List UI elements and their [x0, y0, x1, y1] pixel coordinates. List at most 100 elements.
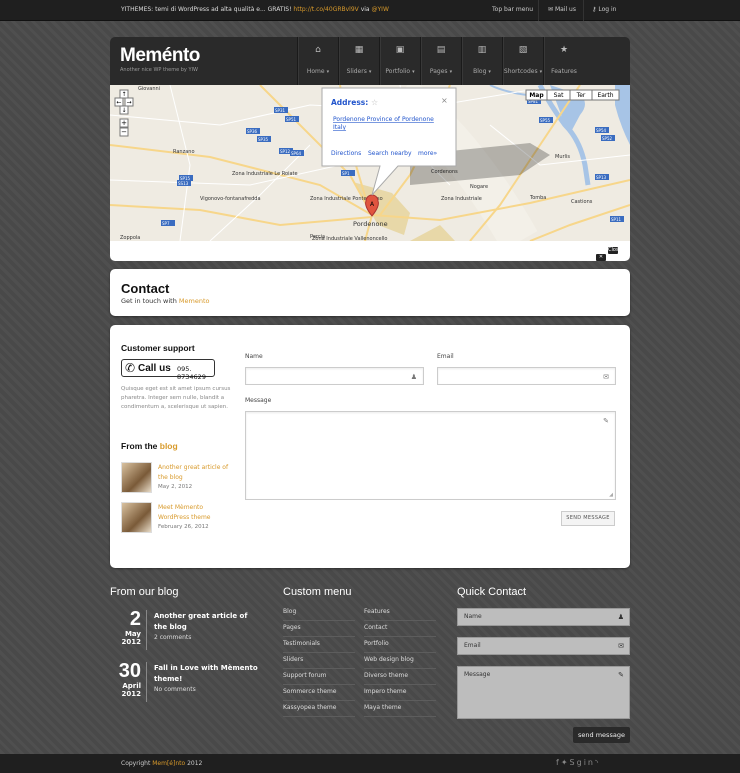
chevron-down-icon: ▾ [368, 69, 372, 75]
close-map-icon: ✕ [596, 254, 606, 261]
footer-name-input[interactable]: Name ♟ [457, 608, 630, 626]
footer-menu-link[interactable]: Diverso theme [364, 669, 436, 685]
footer-menu-link[interactable]: Testimonials [283, 637, 355, 653]
login-link[interactable]: ⚷ Log in [592, 6, 616, 13]
footer-menu-link[interactable]: Contact [364, 621, 436, 637]
footer-menu-link[interactable]: Kassyopea theme [283, 701, 355, 717]
post-thumbnail[interactable] [121, 502, 152, 533]
post-date: May 2, 2012 [158, 484, 193, 490]
close-map-button[interactable]: ✕Close Map [596, 247, 622, 261]
map-type-ter-button[interactable]: Ter [569, 89, 593, 101]
user-icon: ♟ [617, 613, 624, 621]
footer-send-button[interactable]: send message [573, 727, 630, 743]
message-textarea[interactable]: ✎ ◢ [245, 411, 616, 500]
info-address-link[interactable]: Pordenone Province of Pordenone [333, 116, 434, 123]
copyright-text: Copyright Mem[é]nto 2012 [121, 760, 203, 767]
post-title-link[interactable]: Meet Mèmento WordPress theme [158, 503, 230, 523]
footer-message-textarea[interactable]: Message ✎ [457, 666, 630, 719]
main-nav: ⌂ Home ▾ ▦ Sliders ▾ ▣ Portfolio ▾ ▤ Pages ▾ ▥ Blog ▾ ▧… [297, 37, 584, 85]
footer-menu-link[interactable]: Sommerce theme [283, 685, 355, 701]
nav-item-sliders[interactable]: ▦ Sliders ▾ [338, 37, 379, 85]
resize-handle-icon[interactable]: ◢ [609, 492, 613, 498]
post-title-link[interactable]: Fall in Love with Mèmento theme! [154, 663, 259, 685]
top-bar-menu-link[interactable]: Top bar menu [492, 6, 533, 13]
footer-email-placeholder: Email [464, 642, 481, 649]
map-type-sat-button[interactable]: Sat [546, 89, 571, 101]
email-input[interactable]: ✉ [437, 367, 616, 385]
info-country-link[interactable]: Italy [333, 124, 346, 131]
nav-item-shortcodes[interactable]: ▧ Shortcodes ▾ [502, 37, 543, 85]
map-type-control[interactable]: Map Sat Ter Earth [525, 89, 620, 101]
footer-menu-link[interactable]: Support forum [283, 669, 355, 685]
top-bar: YITHEMES: temi di WordPress ad alta qual… [0, 0, 740, 21]
send-message-button[interactable]: SEND MESSAGE [561, 511, 615, 526]
nav-item-portfolio[interactable]: ▣ Portfolio ▾ [379, 37, 420, 85]
linkedin-icon[interactable]: in [584, 758, 595, 767]
post-comments[interactable]: 2 comments [154, 634, 191, 641]
mail-us-link[interactable]: ✉ Mail us [548, 6, 576, 13]
nav-item-pages[interactable]: ▤ Pages ▾ [420, 37, 461, 85]
skype-icon[interactable]: S [570, 758, 577, 767]
footer-menu-link[interactable]: Sliders [283, 653, 355, 669]
code-icon: ▧ [518, 45, 528, 55]
footer-menu-link[interactable]: Maya theme [364, 701, 436, 717]
place-label: Ranzano [173, 149, 195, 155]
nav-item-home[interactable]: ⌂ Home ▾ [297, 37, 338, 85]
road-label: SP52 [602, 136, 612, 141]
nav-item-features[interactable]: ★ Features [543, 37, 584, 85]
rss-icon[interactable]: ◝ [595, 758, 600, 767]
nav-item-blog[interactable]: ▥ Blog ▾ [461, 37, 502, 85]
map-type-earth-button[interactable]: Earth [591, 89, 620, 101]
directions-link[interactable]: Directions [331, 150, 361, 157]
footer-menu-link[interactable]: Portfolio [364, 637, 436, 653]
place-label: Giovanni [138, 86, 160, 92]
footer-quick-contact-title: Quick Contact [457, 586, 527, 598]
post-thumbnail[interactable] [121, 462, 152, 493]
page-title-box: Contact Get in touch with Memento [110, 269, 630, 316]
footer-menu-link[interactable]: Blog [283, 605, 355, 621]
close-icon[interactable]: × [441, 96, 448, 105]
subtitle-link[interactable]: Memento [179, 297, 210, 305]
star-icon[interactable]: ☆ [371, 98, 378, 107]
envelope-icon: ✉ [618, 642, 624, 650]
place-label: Nogare [470, 184, 488, 190]
blog-icon: ▥ [477, 45, 487, 55]
copyright-brand-link[interactable]: Mem[é]nto [152, 760, 185, 767]
chevron-down-icon: ▾ [412, 69, 415, 75]
tweet-link[interactable]: http://t.co/40GRBvl9V [293, 6, 358, 13]
image-icon: ▣ [395, 45, 405, 55]
post-day: 30 [118, 660, 141, 682]
svg-text:−: − [121, 128, 127, 136]
map-type-map-button[interactable]: Map [525, 89, 548, 101]
footer-email-input[interactable]: Email ✉ [457, 637, 630, 655]
search-nearby-link[interactable]: Search nearby [368, 150, 412, 157]
nav-item-label: Pages ▾ [429, 68, 453, 75]
place-label: Tomba [529, 195, 546, 201]
post-title-link[interactable]: Another great article of the blog [158, 463, 230, 483]
map-canvas[interactable]: SP31SP51SP36SP35SP12 SP64SP15SS13SP7SP1SP… [110, 85, 630, 241]
footer-message-placeholder: Message [464, 671, 491, 678]
tweet-user-link[interactable]: @YIW [372, 6, 389, 13]
google-map[interactable]: SP31 SP51 SP36 SP35 SP12 SP64 SP15 SS13 SP7 SP1 SP… [110, 85, 630, 241]
footer-menu-link[interactable]: Features [364, 605, 436, 621]
nav-item-label: Portfolio ▾ [385, 68, 415, 75]
chevron-down-icon: ▾ [539, 69, 543, 75]
support-text: Quisque eget est sit amet ipsum cursus p… [121, 386, 231, 410]
twitter-icon[interactable]: ✦ [561, 758, 570, 767]
post-comments[interactable]: No comments [154, 686, 196, 693]
contact-content: Customer support ✆ Call us 095. 8734629 … [110, 325, 630, 568]
name-input[interactable]: ♟ [245, 367, 424, 385]
post-title-link[interactable]: Another great article of the blog [154, 611, 259, 633]
road-label: SP51 [286, 117, 296, 122]
svg-text:↓: ↓ [121, 107, 126, 114]
google-plus-icon[interactable]: g [577, 758, 584, 767]
footer-menu-link[interactable]: Pages [283, 621, 355, 637]
mail-us-label: Mail us [554, 6, 576, 13]
footer-menu-link[interactable]: Web design blog [364, 653, 436, 669]
svg-text:↑: ↑ [121, 91, 126, 98]
footer-menu-link[interactable]: Impero theme [364, 685, 436, 701]
copyright-bar: Copyright Mem[é]nto 2012 f✦Sgin◝ [0, 754, 740, 773]
road-label: SP64 [291, 151, 301, 156]
more-link[interactable]: more» [418, 150, 438, 157]
site-logo[interactable]: Meménto [120, 45, 200, 67]
